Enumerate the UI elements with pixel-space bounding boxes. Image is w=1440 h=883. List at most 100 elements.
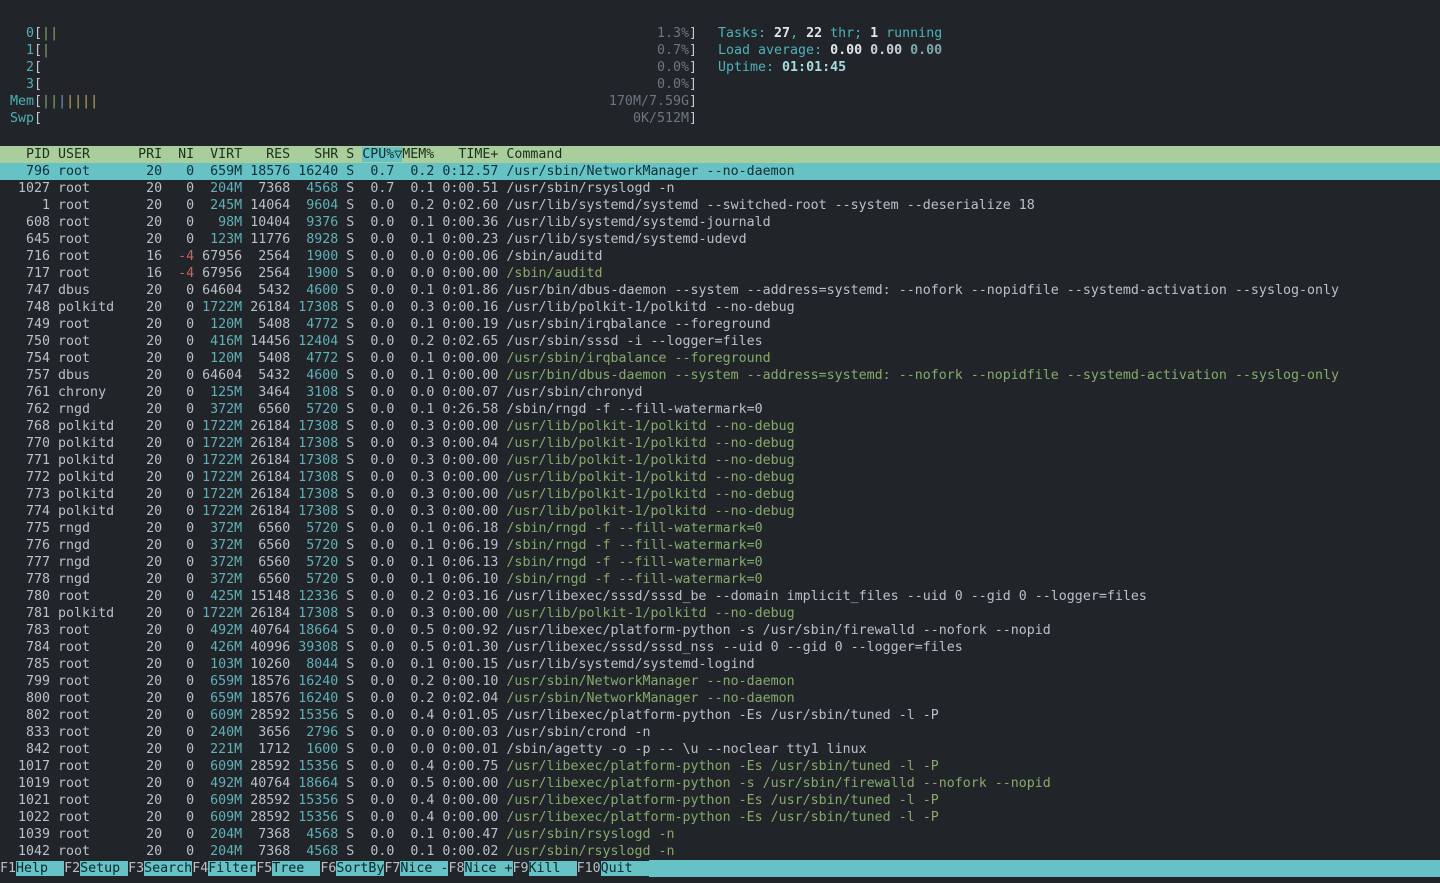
fkey-f6[interactable]: F6SortBy <box>320 860 384 877</box>
cell-command: /usr/lib/systemd/systemd-logind <box>498 657 754 672</box>
process-row[interactable]: 747 dbus 20 0 64604 5432 4600 S 0.0 0.1 … <box>0 282 1440 299</box>
fkey-f4[interactable]: F4Filter <box>192 860 256 877</box>
process-row[interactable]: 608 root 20 0 98M 10404 9376 S 0.0 0.1 0… <box>0 214 1440 231</box>
cell-shr: 16240 <box>290 164 338 179</box>
load-average-line: Load average: 0.00 0.00 0.00 <box>718 42 942 59</box>
cell-nice: 0 <box>162 742 194 757</box>
process-row[interactable]: 772 polkitd 20 0 1722M 26184 17308 S 0.0… <box>0 469 1440 486</box>
cell-pid: 773 <box>10 487 50 502</box>
cell-user: root <box>50 266 130 281</box>
cell-shr: 18664 <box>290 623 338 638</box>
process-row[interactable]: 1 root 20 0 245M 14064 9604 S 0.0 0.2 0:… <box>0 197 1440 214</box>
process-row[interactable]: 716 root 16 -4 67956 2564 1900 S 0.0 0.0… <box>0 248 1440 265</box>
column-header-cpu-sort[interactable]: CPU%▽ <box>362 147 402 162</box>
process-row[interactable]: 777 rngd 20 0 372M 6560 5720 S 0.0 0.1 0… <box>0 554 1440 571</box>
process-row[interactable]: 784 root 20 0 426M 40996 39308 S 0.0 0.5… <box>0 639 1440 656</box>
cell-command: /usr/libexec/platform-python -s /usr/sbi… <box>498 623 1050 638</box>
process-row[interactable]: 771 polkitd 20 0 1722M 26184 17308 S 0.0… <box>0 452 1440 469</box>
process-row[interactable]: 1021 root 20 0 609M 28592 15356 S 0.0 0.… <box>0 792 1440 809</box>
process-row[interactable]: 785 root 20 0 103M 10260 8044 S 0.0 0.1 … <box>0 656 1440 673</box>
cell-pri: 20 <box>130 232 162 247</box>
cell-pri: 20 <box>130 725 162 740</box>
cell-time: 0:00.16 <box>434 300 498 315</box>
cell-time: 0:06.19 <box>434 538 498 553</box>
cell-virt: 425M <box>194 589 242 604</box>
fkey-f8[interactable]: F8Nice + <box>448 860 512 877</box>
process-row[interactable]: 842 root 20 0 221M 1712 1600 S 0.0 0.0 0… <box>0 741 1440 758</box>
cell-user: root <box>50 742 130 757</box>
process-row[interactable]: 796 root 20 0 659M 18576 16240 S 0.7 0.2… <box>0 163 1440 180</box>
cell-mem: 0.5 <box>394 640 434 655</box>
process-row[interactable]: 645 root 20 0 123M 11776 8928 S 0.0 0.1 … <box>0 231 1440 248</box>
cell-command: /usr/libexec/sssd/sssd_nss --uid 0 --gid… <box>498 640 962 655</box>
cell-shr: 4772 <box>290 351 338 366</box>
process-row[interactable]: 717 root 16 -4 67956 2564 1900 S 0.0 0.0… <box>0 265 1440 282</box>
process-row[interactable]: 749 root 20 0 120M 5408 4772 S 0.0 0.1 0… <box>0 316 1440 333</box>
process-row[interactable]: 1017 root 20 0 609M 28592 15356 S 0.0 0.… <box>0 758 1440 775</box>
cell-shr: 16240 <box>290 691 338 706</box>
process-row[interactable]: 754 root 20 0 120M 5408 4772 S 0.0 0.1 0… <box>0 350 1440 367</box>
process-row[interactable]: 770 polkitd 20 0 1722M 26184 17308 S 0.0… <box>0 435 1440 452</box>
process-row[interactable]: 778 rngd 20 0 372M 6560 5720 S 0.0 0.1 0… <box>0 571 1440 588</box>
process-row[interactable]: 802 root 20 0 609M 28592 15356 S 0.0 0.4… <box>0 707 1440 724</box>
process-row[interactable]: 750 root 20 0 416M 14456 12404 S 0.0 0.2… <box>0 333 1440 350</box>
fkey-f1[interactable]: F1Help <box>0 860 64 877</box>
fkey-f3[interactable]: F3Search <box>128 860 192 877</box>
cell-cpu: 0.0 <box>354 844 394 859</box>
process-row[interactable]: 757 dbus 20 0 64604 5432 4600 S 0.0 0.1 … <box>0 367 1440 384</box>
process-table-header[interactable]: PID USER PRI NI VIRT RES SHR S CPU%▽MEM%… <box>0 146 1440 163</box>
process-row[interactable]: 1027 root 20 0 204M 7368 4568 S 0.7 0.1 … <box>0 180 1440 197</box>
cell-nice: -4 <box>162 266 194 281</box>
cell-nice: 0 <box>162 317 194 332</box>
tasks-line: Tasks: 27, 22 thr; 1 running <box>718 25 942 42</box>
cell-state: S <box>338 742 354 757</box>
cell-mem: 0.2 <box>394 589 434 604</box>
process-row[interactable]: 775 rngd 20 0 372M 6560 5720 S 0.0 0.1 0… <box>0 520 1440 537</box>
process-row[interactable]: 768 polkitd 20 0 1722M 26184 17308 S 0.0… <box>0 418 1440 435</box>
cell-pid: 780 <box>10 589 50 604</box>
process-row[interactable]: 774 polkitd 20 0 1722M 26184 17308 S 0.0… <box>0 503 1440 520</box>
process-row[interactable]: 1022 root 20 0 609M 28592 15356 S 0.0 0.… <box>0 809 1440 826</box>
cell-nice: 0 <box>162 436 194 451</box>
cell-pid: 775 <box>10 521 50 536</box>
cell-mem: 0.0 <box>394 249 434 264</box>
process-row[interactable]: 762 rngd 20 0 372M 6560 5720 S 0.0 0.1 0… <box>0 401 1440 418</box>
cell-pri: 20 <box>130 436 162 451</box>
process-row[interactable]: 833 root 20 0 240M 3656 2796 S 0.0 0.0 0… <box>0 724 1440 741</box>
cell-pid: 1027 <box>10 181 50 196</box>
process-row[interactable]: 773 polkitd 20 0 1722M 26184 17308 S 0.0… <box>0 486 1440 503</box>
process-row[interactable]: 783 root 20 0 492M 40764 18664 S 0.0 0.5… <box>0 622 1440 639</box>
fkey-f10[interactable]: F10Quit <box>577 860 649 877</box>
cell-pri: 20 <box>130 572 162 587</box>
fkey-f5[interactable]: F5Tree <box>256 860 320 877</box>
process-row[interactable]: 781 polkitd 20 0 1722M 26184 17308 S 0.0… <box>0 605 1440 622</box>
process-row[interactable]: 800 root 20 0 659M 18576 16240 S 0.0 0.2… <box>0 690 1440 707</box>
cell-pri: 20 <box>130 283 162 298</box>
cell-time: 0:00.00 <box>434 793 498 808</box>
cell-mem: 0.1 <box>394 181 434 196</box>
process-row[interactable]: 776 rngd 20 0 372M 6560 5720 S 0.0 0.1 0… <box>0 537 1440 554</box>
cell-shr: 5720 <box>290 521 338 536</box>
cell-command: /usr/sbin/chronyd <box>498 385 642 400</box>
cell-time: 0:00.00 <box>434 351 498 366</box>
cell-res: 6560 <box>242 521 290 536</box>
cell-mem: 0.5 <box>394 776 434 791</box>
fkey-f7[interactable]: F7Nice - <box>384 860 448 877</box>
cell-command: /sbin/auditd <box>498 249 602 264</box>
process-row[interactable]: 1019 root 20 0 492M 40764 18664 S 0.0 0.… <box>0 775 1440 792</box>
process-row[interactable]: 799 root 20 0 659M 18576 16240 S 0.0 0.2… <box>0 673 1440 690</box>
process-row[interactable]: 761 chrony 20 0 125M 3464 3108 S 0.0 0.0… <box>0 384 1440 401</box>
process-row[interactable]: 1042 root 20 0 204M 7368 4568 S 0.0 0.1 … <box>0 843 1440 860</box>
cell-res: 3656 <box>242 725 290 740</box>
fkey-f2[interactable]: F2Setup <box>64 860 128 877</box>
process-row[interactable]: 780 root 20 0 425M 15148 12336 S 0.0 0.2… <box>0 588 1440 605</box>
cell-time: 0:00.23 <box>434 232 498 247</box>
cell-mem: 0.2 <box>394 164 434 179</box>
cell-pid: 757 <box>10 368 50 383</box>
cell-command: /sbin/rngd -f --fill-watermark=0 <box>498 572 762 587</box>
process-row[interactable]: 748 polkitd 20 0 1722M 26184 17308 S 0.0… <box>0 299 1440 316</box>
cell-cpu: 0.0 <box>354 725 394 740</box>
fkey-f9[interactable]: F9Kill <box>513 860 577 877</box>
cell-user: root <box>50 759 130 774</box>
process-row[interactable]: 1039 root 20 0 204M 7368 4568 S 0.0 0.1 … <box>0 826 1440 843</box>
